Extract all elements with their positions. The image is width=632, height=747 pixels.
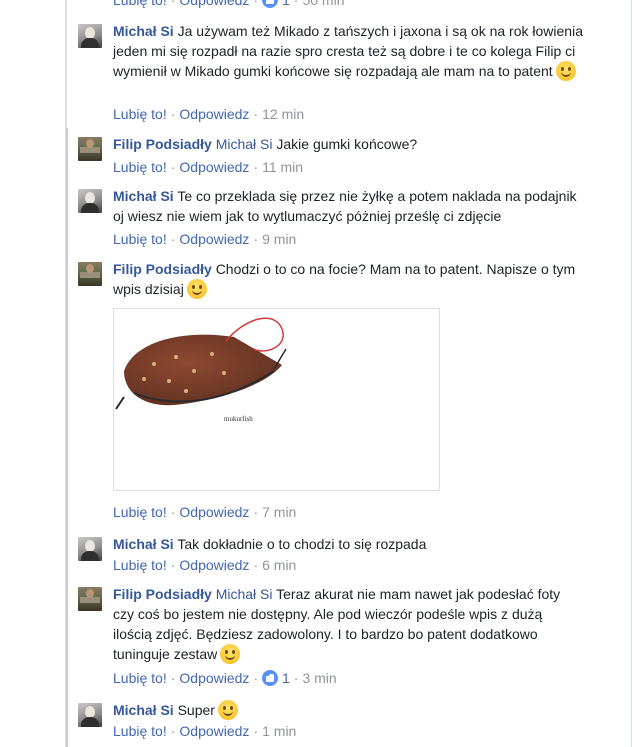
reply-thread-line	[66, 128, 68, 747]
comment-actions: Lubię to! · Odpowiedz · 6 min	[113, 557, 297, 573]
reaction-count[interactable]: 1	[282, 670, 290, 686]
avatar[interactable]	[78, 137, 102, 161]
avatar[interactable]	[78, 703, 102, 727]
smile-icon	[186, 279, 207, 299]
like-reaction-icon[interactable]	[262, 0, 279, 8]
comment-actions: Lubię to! · Odpowiedz · 7 min	[113, 504, 297, 520]
like-link[interactable]: Lubię to!	[113, 723, 167, 739]
reaction-count[interactable]: 1	[282, 0, 290, 8]
like-link[interactable]: Lubię to!	[113, 106, 167, 122]
comment-author[interactable]: Michał Si	[113, 23, 174, 39]
avatar[interactable]	[78, 189, 102, 213]
comment-actions: Lubię to! · Odpowiedz · 12 min	[113, 106, 305, 122]
like-reaction-icon[interactable]	[262, 670, 279, 686]
comment-text: Ja używam też Mikado z tańszych i jaxona…	[113, 23, 583, 79]
like-link[interactable]: Lubię to!	[113, 557, 167, 573]
like-link[interactable]: Lubię to!	[113, 159, 167, 175]
comment-author[interactable]: Michał Si	[113, 702, 174, 718]
avatar[interactable]	[78, 537, 102, 561]
smile-icon	[555, 61, 576, 81]
comment-time[interactable]: 11 min	[262, 159, 303, 175]
comment-author[interactable]: Filip Podsiadły	[113, 586, 212, 602]
reply-link[interactable]: Odpowiedz	[179, 504, 249, 520]
comment-text: Jakie gumki końcowe?	[276, 136, 418, 152]
comment-author[interactable]: Michał Si	[113, 536, 174, 552]
reply-link[interactable]: Odpowiedz	[179, 557, 249, 573]
feeder-image: mukurfish	[115, 317, 287, 423]
comment-time[interactable]: 50 min	[302, 0, 344, 8]
comment-time[interactable]: 1 min	[262, 723, 296, 739]
like-link[interactable]: Lubię to!	[113, 670, 167, 686]
photo-caption: mukurfish	[224, 415, 253, 423]
reply-link[interactable]: Odpowiedz	[179, 723, 249, 739]
comment-photo[interactable]: mukurfish	[113, 308, 440, 491]
like-link[interactable]: Lubię to!	[113, 0, 167, 8]
comment-actions: Lubię to! · Odpowiedz · 1 · 50 min	[113, 0, 345, 9]
reply-link[interactable]: Odpowiedz	[179, 670, 249, 686]
comment-text: Tak dokładnie o to chodzi to się rozpada	[177, 536, 427, 552]
reply-link[interactable]: Odpowiedz	[179, 231, 249, 247]
comment-time[interactable]: 6 min	[262, 557, 296, 573]
comment-time[interactable]: 7 min	[262, 504, 296, 520]
comment-author[interactable]: Michał Si	[113, 188, 174, 204]
comment-actions: Lubię to! · Odpowiedz · 11 min	[113, 159, 304, 175]
avatar[interactable]	[78, 24, 102, 48]
mention-link[interactable]: Michał Si	[216, 586, 273, 602]
comment-time[interactable]: 9 min	[262, 231, 296, 247]
comment-time[interactable]: 12 min	[262, 106, 304, 122]
comment-actions: Lubię to! · Odpowiedz · 1 · 3 min	[113, 670, 337, 686]
comment-text: Te co przeklada się przez nie żyłkę a po…	[113, 188, 577, 224]
avatar[interactable]	[78, 262, 102, 286]
like-link[interactable]: Lubię to!	[113, 504, 167, 520]
mention-link[interactable]: Michał Si	[216, 136, 273, 152]
smile-icon	[217, 700, 238, 720]
reply-link[interactable]: Odpowiedz	[179, 106, 249, 122]
like-link[interactable]: Lubię to!	[113, 231, 167, 247]
avatar[interactable]	[78, 587, 102, 611]
comment-author[interactable]: Filip Podsiadły	[113, 261, 212, 277]
reply-link[interactable]: Odpowiedz	[179, 0, 249, 8]
comment-time[interactable]: 3 min	[302, 670, 336, 686]
reply-link[interactable]: Odpowiedz	[179, 159, 249, 175]
comment-actions: Lubię to! · Odpowiedz · 1 min	[113, 723, 297, 739]
comment-actions: Lubię to! · Odpowiedz · 9 min	[113, 231, 297, 247]
smile-icon	[220, 644, 241, 664]
comment-author[interactable]: Filip Podsiadły	[113, 136, 212, 152]
comment-text: Super	[177, 702, 215, 718]
